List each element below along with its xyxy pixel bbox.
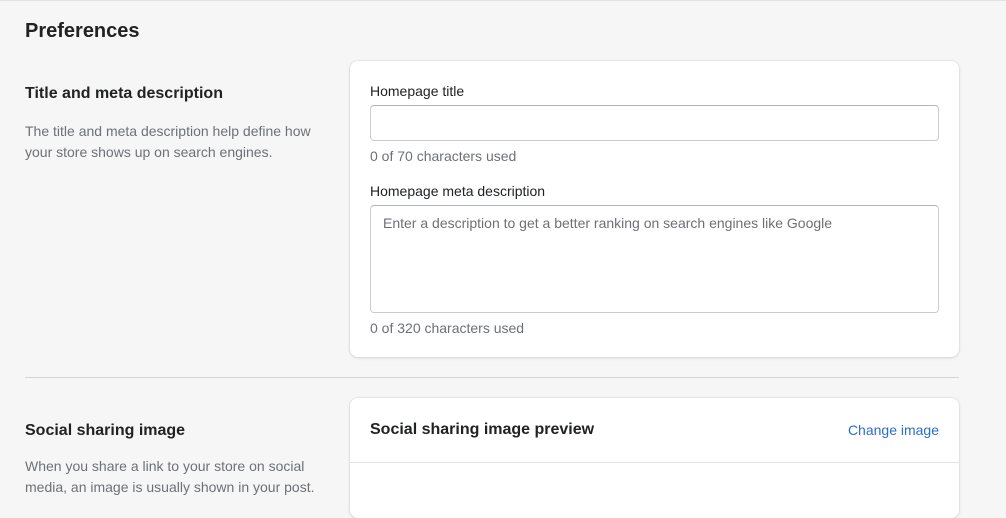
section-description-title-meta: The title and meta description help defi… <box>25 123 311 160</box>
social-image-card: Social sharing image preview Change imag… <box>350 398 959 518</box>
page-title: Preferences <box>25 20 140 42</box>
card-separator <box>350 462 959 463</box>
section-divider <box>25 377 959 378</box>
meta-description-textarea[interactable] <box>370 205 939 313</box>
meta-description-label: Homepage meta description <box>370 183 546 199</box>
homepage-title-input[interactable] <box>370 105 939 141</box>
homepage-title-counter: 0 of 70 characters used <box>370 148 517 164</box>
homepage-title-label: Homepage title <box>370 83 465 99</box>
section-heading-title-meta: Title and meta description <box>25 85 223 102</box>
section-description-social: When you share a link to your store on s… <box>25 458 315 495</box>
section-heading-social: Social sharing image <box>25 422 186 439</box>
meta-description-counter: 0 of 320 characters used <box>370 320 525 336</box>
social-card-title: Social sharing image preview <box>370 421 595 438</box>
title-meta-card: Homepage title 0 of 70 characters used H… <box>350 61 959 357</box>
change-image-link[interactable]: Change image <box>848 422 939 438</box>
